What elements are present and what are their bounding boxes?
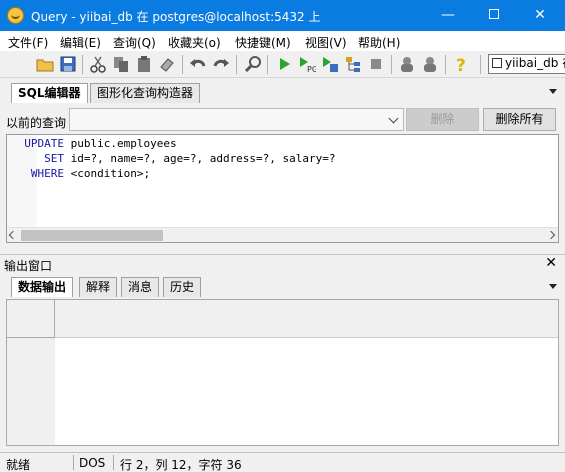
help-icon[interactable]: ? <box>452 55 470 73</box>
menu-help[interactable]: 帮助(H) <box>358 34 400 51</box>
tab-data-output[interactable]: 数据输出 <box>11 277 74 297</box>
scrollbar-thumb[interactable] <box>21 230 163 241</box>
title-bar: Query - yiibai_db 在 postgres@localhost:5… <box>0 0 565 31</box>
code-line: WHERE <condition>; <box>30 167 151 180</box>
output-pane-header: 输出窗口 ✕ <box>0 254 565 273</box>
find-icon[interactable] <box>244 55 262 73</box>
delete-all-button[interactable]: 删除所有 <box>483 108 556 131</box>
sql-keyword: SET <box>44 152 64 165</box>
chevron-down-icon <box>388 113 399 124</box>
toolbar-separator <box>391 55 392 74</box>
toolbar: PG ? yiibai_db 在 <box>0 51 565 78</box>
menu-edit[interactable]: 编辑(E) <box>60 34 101 51</box>
menu-macros[interactable]: 快捷键(M) <box>235 34 291 51</box>
close-icon[interactable]: ✕ <box>545 255 557 271</box>
tab-messages[interactable]: 消息 <box>121 277 160 297</box>
database-select[interactable]: yiibai_db 在 <box>488 54 565 74</box>
menu-view[interactable]: 视图(V) <box>305 34 347 51</box>
tab-explain[interactable]: 解释 <box>79 277 118 297</box>
database-select-value: yiibai_db 在 <box>505 56 565 70</box>
commit-icon[interactable] <box>421 55 439 73</box>
previous-queries-bar: 以前的查询 删除 删除所有 <box>0 106 565 134</box>
copy-icon[interactable] <box>112 55 130 73</box>
checkbox-icon <box>492 58 502 68</box>
paste-icon[interactable] <box>135 55 153 73</box>
window-title: Query - yiibai_db 在 postgres@localhost:5… <box>31 10 321 24</box>
save-icon[interactable] <box>59 55 77 73</box>
open-folder-icon[interactable] <box>36 55 54 73</box>
menu-query[interactable]: 查询(Q) <box>113 34 156 51</box>
status-separator <box>113 455 114 470</box>
cut-icon[interactable] <box>89 55 107 73</box>
close-button[interactable]: ✕ <box>517 0 563 31</box>
previous-queries-dropdown[interactable] <box>69 108 404 131</box>
tab-graphical-query-builder[interactable]: 图形化查询构造器 <box>90 83 201 103</box>
sql-code[interactable]: UPDATE public.employees SET id=?, name=?… <box>11 136 336 181</box>
delete-button[interactable]: 删除 <box>406 108 479 131</box>
undo-icon[interactable] <box>189 55 207 73</box>
eraser-icon[interactable] <box>158 55 176 73</box>
scroll-right-icon[interactable] <box>546 230 556 240</box>
explain-icon[interactable] <box>344 55 362 73</box>
code-line: UPDATE public.employees <box>24 137 177 150</box>
editor-tabs: SQL编辑器 图形化查询构造器 <box>0 80 565 103</box>
explain-options-icon[interactable] <box>398 55 416 73</box>
redo-icon[interactable] <box>212 55 230 73</box>
svg-text:?: ? <box>456 56 466 73</box>
maximize-icon <box>489 9 499 19</box>
sql-keyword: WHERE <box>30 167 64 180</box>
toolbar-separator <box>82 55 83 74</box>
status-cursor-position: 行 2，列 12，字符 36 <box>120 458 242 472</box>
status-separator <box>73 455 74 470</box>
chevron-down-icon[interactable] <box>549 284 557 289</box>
pgadmin-elephant-icon <box>7 7 24 24</box>
previous-queries-label: 以前的查询 <box>6 116 67 130</box>
data-output-grid[interactable] <box>6 299 559 446</box>
tab-history[interactable]: 历史 <box>163 277 202 297</box>
toolbar-separator <box>480 55 481 74</box>
toolbar-separator <box>267 55 268 74</box>
execute-to-file-icon[interactable] <box>321 55 339 73</box>
output-tabs: 数据输出 解释 消息 历史 <box>0 275 565 298</box>
execute-icon[interactable] <box>275 55 293 73</box>
minimize-button[interactable]: — <box>425 0 471 31</box>
status-state: 就绪 <box>6 458 31 472</box>
status-line-ending: DOS <box>79 456 106 470</box>
maximize-button[interactable] <box>471 0 517 31</box>
menu-bar: 文件(F) 编辑(E) 查询(Q) 收藏夹(o) 快捷键(M) 视图(V) 帮助… <box>0 31 565 51</box>
chevron-down-icon[interactable] <box>549 89 557 94</box>
grid-column-header <box>55 300 558 338</box>
code-line: SET id=?, name=?, age=?, address=?, sala… <box>44 152 336 165</box>
menu-file[interactable]: 文件(F) <box>8 34 48 51</box>
svg-text:PG: PG <box>307 65 316 73</box>
execute-pgscript-icon[interactable]: PG <box>298 55 316 73</box>
horizontal-scrollbar[interactable] <box>7 227 558 242</box>
sql-editor[interactable]: UPDATE public.employees SET id=?, name=?… <box>6 134 559 243</box>
tab-sql-editor[interactable]: SQL编辑器 <box>11 83 88 103</box>
stop-icon[interactable] <box>367 55 385 73</box>
grid-row-header <box>7 338 55 445</box>
output-pane-title: 输出窗口 <box>4 259 53 273</box>
menu-favourites[interactable]: 收藏夹(o) <box>168 34 221 51</box>
scroll-left-icon[interactable] <box>8 230 18 240</box>
status-bar: 就绪 DOS 行 2，列 12，字符 36 <box>0 452 565 472</box>
toolbar-separator <box>182 55 183 74</box>
grid-corner-cell[interactable] <box>7 300 55 338</box>
sql-keyword: UPDATE <box>24 137 64 150</box>
toolbar-separator <box>445 55 446 74</box>
toolbar-separator <box>236 55 237 74</box>
